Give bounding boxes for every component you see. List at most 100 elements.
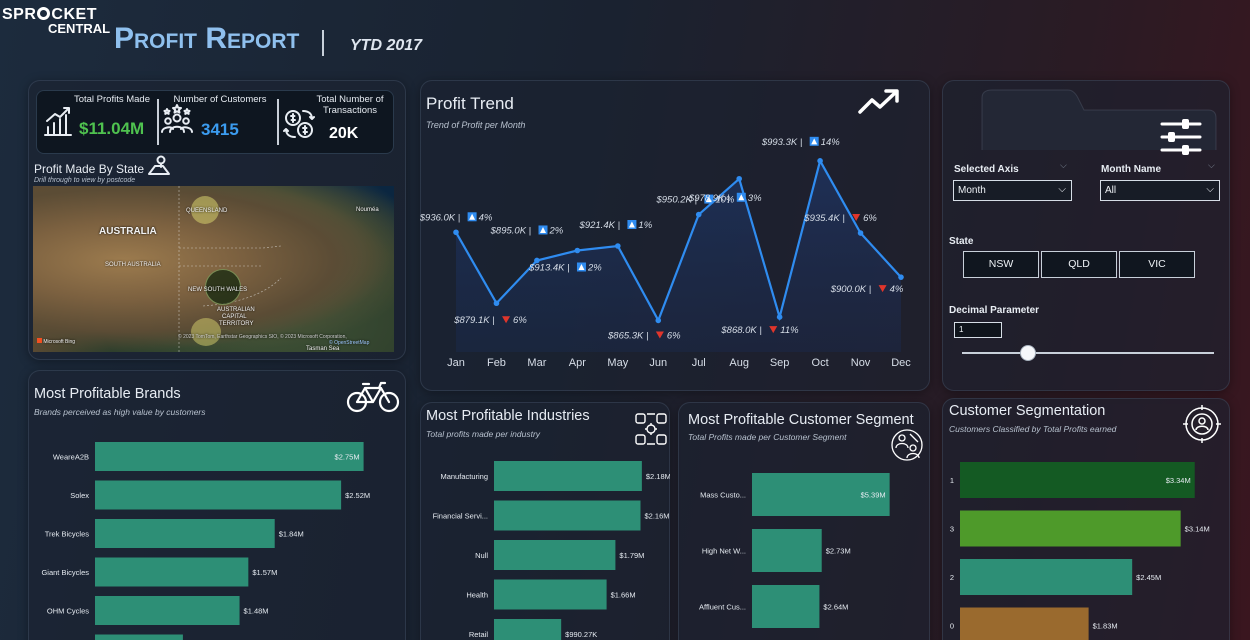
bar[interactable] [494,619,562,640]
decimal-parameter-input[interactable]: 1 [954,322,1002,338]
selected-axis-dropdown[interactable]: Month ⌵ [953,180,1072,201]
bar[interactable] [494,500,641,531]
trend-point[interactable] [898,274,904,280]
bar-value-label: $2.16M [645,512,670,521]
bar-value-label: $990.27K [565,630,597,639]
bing-logo: Microsoft Bing [37,338,75,345]
target-customer-icon [1183,405,1221,443]
bar-category-label: Manufacturing [440,472,488,481]
bar[interactable] [960,607,1089,640]
osm-link[interactable]: © OpenStreetMap [329,340,369,346]
trend-point[interactable] [857,230,864,236]
decimal-slider-thumb[interactable] [1019,345,1036,361]
bar[interactable] [95,519,275,548]
state-label: State [949,236,974,247]
trend-point[interactable] [817,158,823,164]
bar-value-label: $1.83M [1093,622,1118,631]
brands-title: Most Profitable Brands [34,386,181,402]
state-button-qld[interactable]: QLD [1041,251,1117,278]
kpi-divider [277,99,279,145]
bar[interactable] [95,596,240,625]
filter-sliders-icon[interactable] [1160,118,1202,156]
bar[interactable] [960,510,1181,547]
trend-change-label: 6% [863,213,877,224]
segment-title: Most Profitable Customer Segment [688,412,914,428]
bar[interactable] [494,540,616,570]
bicycle-icon [346,381,400,413]
bar[interactable] [960,559,1133,595]
bar[interactable] [494,579,607,610]
customer-segmentation-bar-chart[interactable]: 1 $3.34M 3 $3.14M 2 $2.45M 0 $1.83M [942,450,1230,640]
month-name-dropdown[interactable]: All ⌵ [1100,180,1220,201]
month-name-label: Month Name [1101,164,1161,175]
bar[interactable] [960,462,1195,498]
bar-value-label: $1.57M [252,568,277,577]
bar-category-label: Health [466,591,488,600]
trend-change-label: 3% [748,193,762,204]
x-tick-label: May [607,357,628,369]
segment-bar-chart[interactable]: Mass Custo... $5.39M High Net W... $2.73M Af… [678,462,930,640]
trend-point[interactable] [615,243,621,249]
decimal-parameter-label: Decimal Parameter [949,305,1040,316]
bar[interactable] [95,480,342,510]
bar-value-label: $2.64M [823,603,848,612]
decimal-slider-track[interactable] [962,352,1214,354]
industries-bar-chart[interactable]: Manufacturing $2.18M Financial Servi... $2.… [420,450,670,640]
x-tick-label: Jun [649,357,667,369]
trend-change-label: 14% [821,137,841,148]
sprocket-central-logo: SPR CKET CENTRAL [2,6,111,36]
bar-category-label: Solex [70,491,89,500]
bar[interactable] [95,557,249,587]
trend-point[interactable] [493,300,500,307]
map-pin-icon[interactable] [147,154,171,176]
profit-trend-chart[interactable]: $936.0K | 4% $879.1K | 6% $895.0K | 2% $913.4K… [420,130,930,375]
bar-value-label: $1.84M [279,530,304,539]
title-divider [322,30,324,56]
bar-category-label: High Net W... [702,547,746,556]
state-button-vic[interactable]: VIC [1119,251,1195,278]
bar[interactable] [752,529,822,572]
bar-category-label: 0 [950,622,954,631]
trend-value-label: $935.4K | [803,213,845,224]
australia-map[interactable]: AUSTRALIA SOUTH AUSTRALIA QUEENSLAND NEW… [33,186,394,352]
trend-value-label: $900.0K | [830,284,872,295]
bar-category-label: 1 [950,476,954,485]
trend-title: Profit Trend [426,94,514,113]
gear-icon [37,7,51,20]
chevron-down-icon[interactable]: ⌵ [1060,160,1067,171]
trend-change-label: 4% [890,284,904,295]
bar-category-label: WeareA2B [53,453,89,462]
bar-value-label: $2.18M [646,472,670,481]
bar-value-label: $2.73M [826,547,851,556]
bar[interactable] [752,585,820,628]
trend-point[interactable] [655,317,662,324]
trend-change-label: 2% [549,225,564,236]
transactions-value: 20K [329,125,359,142]
x-tick-label: Feb [487,357,506,369]
x-tick-label: Jan [447,357,465,369]
chevron-down-icon[interactable]: ⌵ [1208,160,1215,171]
trend-point[interactable] [453,229,459,236]
trend-change-label: 11% [780,325,799,336]
x-tick-label: Mar [527,357,546,369]
trend-value-label: $895.0K | [490,225,532,236]
page-title: Profit Report [114,22,300,55]
brands-bar-chart[interactable]: WeareA2B $2.75M Solex $2.52M Trek Bicycles $1… [28,430,406,640]
bar[interactable] [95,634,183,640]
bar[interactable] [494,461,642,491]
trend-point[interactable] [574,247,581,254]
custseg-title: Customer Segmentation [949,403,1106,419]
x-tick-label: Nov [851,357,871,369]
x-tick-label: Sep [770,357,790,369]
trend-point[interactable] [695,211,702,218]
customers-icon [161,104,193,133]
trend-value-label: $978.9K | [688,193,730,204]
bubble-vic[interactable] [191,318,221,346]
state-button-nsw[interactable]: NSW [963,251,1039,278]
bar-category-label: Trek Bicycles [45,530,90,539]
trend-point[interactable] [736,175,742,182]
bar[interactable] [95,442,364,471]
map-subtitle: Drill through to view by postcode [34,177,136,184]
trend-value-label: $868.0K | [720,325,762,336]
trend-point[interactable] [776,314,783,320]
